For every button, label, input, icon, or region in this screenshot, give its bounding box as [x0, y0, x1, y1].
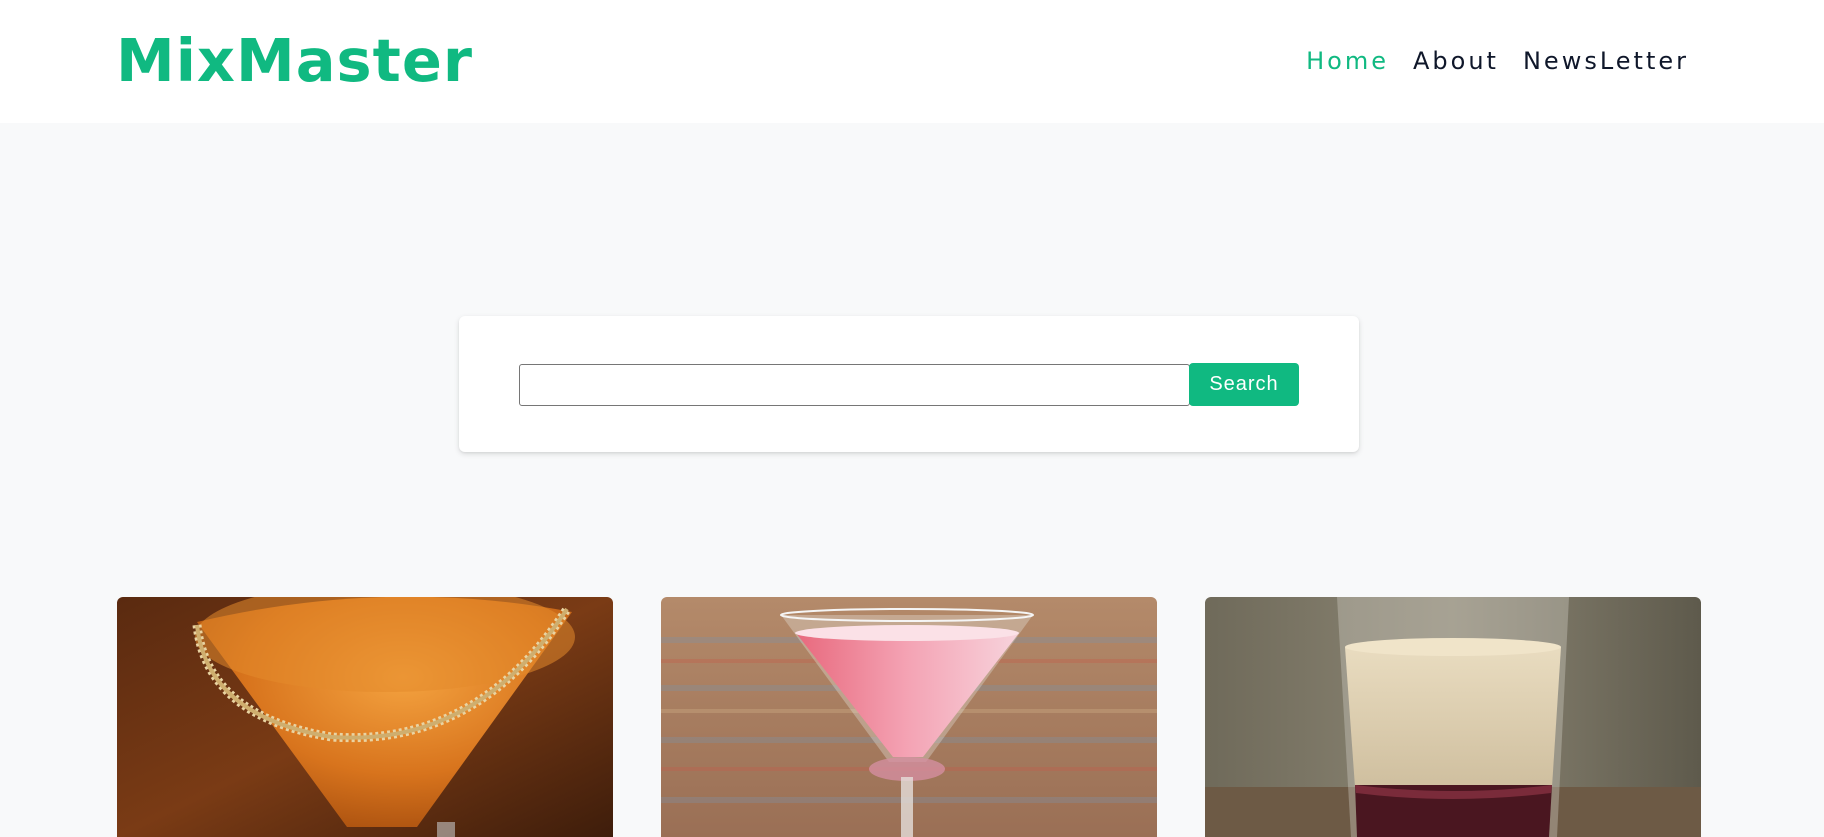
cocktail-card[interactable]	[117, 597, 613, 837]
cocktail-list	[117, 597, 1701, 837]
cocktail-image-layered-shot	[1205, 597, 1701, 837]
search-button[interactable]: Search	[1189, 363, 1299, 406]
search-form: Search	[459, 316, 1359, 452]
nav-link-home[interactable]: Home	[1306, 47, 1389, 75]
nav-link-newsletter[interactable]: NewsLetter	[1523, 47, 1689, 75]
search-input[interactable]	[519, 364, 1190, 406]
nav-links: Home About NewsLetter	[1306, 44, 1689, 78]
navbar: MixMaster Home About NewsLetter	[0, 0, 1824, 123]
cocktail-card[interactable]	[1205, 597, 1701, 837]
nav-link-about[interactable]: About	[1413, 47, 1499, 75]
cocktail-card[interactable]	[661, 597, 1157, 837]
cocktail-image-pink-martini	[661, 597, 1157, 837]
cocktail-image-orange-martini	[117, 597, 613, 837]
site-logo[interactable]: MixMaster	[116, 26, 473, 96]
